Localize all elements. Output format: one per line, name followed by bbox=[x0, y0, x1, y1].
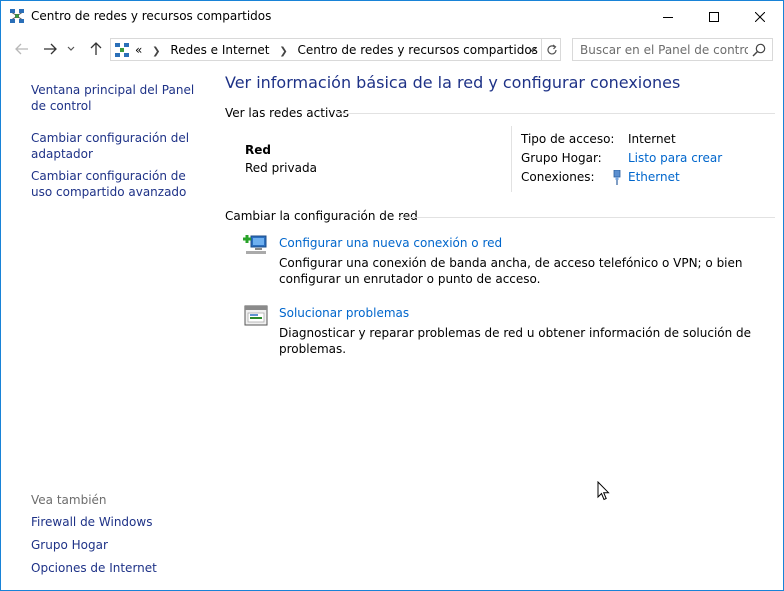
address-bar[interactable]: « ❯ Redes e Internet ❯ Centro de redes y… bbox=[110, 38, 561, 61]
sidebar-link-firewall[interactable]: Firewall de Windows bbox=[31, 515, 206, 531]
ethernet-icon[interactable] bbox=[612, 170, 622, 185]
breadcrumb-overflow[interactable]: « bbox=[135, 43, 142, 57]
chevron-down-icon bbox=[528, 47, 536, 52]
ethernet-link[interactable]: Ethernet bbox=[628, 170, 680, 184]
forward-button[interactable] bbox=[41, 40, 59, 58]
search-icon[interactable] bbox=[751, 42, 767, 58]
chevron-right-icon[interactable]: ❯ bbox=[279, 46, 287, 57]
section-divider bbox=[399, 217, 775, 218]
breadcrumb: « ❯ Redes e Internet ❯ Centro de redes y… bbox=[135, 43, 538, 57]
access-type-value: Internet bbox=[628, 132, 676, 146]
search-input[interactable] bbox=[573, 39, 748, 60]
active-networks-title: Ver las redes activas bbox=[225, 106, 349, 120]
network-center-icon bbox=[115, 43, 129, 57]
refresh-button[interactable] bbox=[541, 39, 561, 60]
arrow-left-icon bbox=[15, 43, 28, 55]
sidebar-link-advanced-sharing[interactable]: Cambiar configuración de uso compartido … bbox=[31, 169, 206, 200]
maximize-button[interactable] bbox=[691, 1, 737, 32]
sidebar-link-internet-options[interactable]: Opciones de Internet bbox=[31, 561, 206, 577]
troubleshoot-link[interactable]: Solucionar problemas bbox=[279, 306, 409, 320]
troubleshoot-description: Diagnosticar y reparar problemas de red … bbox=[279, 326, 752, 356]
network-center-icon bbox=[10, 9, 24, 23]
minimize-icon bbox=[663, 16, 673, 18]
main-content: Ver información básica de la red y confi… bbox=[215, 66, 783, 590]
arrow-up-icon bbox=[90, 42, 102, 55]
search-box[interactable] bbox=[572, 38, 773, 61]
chevron-down-icon bbox=[67, 46, 75, 51]
chevron-right-icon[interactable]: ❯ bbox=[152, 46, 160, 57]
sidebar-link-control-panel-home[interactable]: Ventana principal del Panel de control bbox=[31, 83, 206, 114]
close-button[interactable] bbox=[737, 1, 783, 32]
back-button[interactable] bbox=[13, 40, 31, 58]
breadcrumb-item-network-center[interactable]: Centro de redes y recursos compartidos bbox=[298, 43, 538, 57]
connections-label: Conexiones: bbox=[521, 170, 595, 184]
window: Centro de redes y recursos compartidos «… bbox=[0, 0, 784, 591]
close-icon bbox=[755, 11, 765, 22]
mouse-cursor-icon bbox=[597, 481, 610, 501]
setup-new-connection-description: Configurar una conexión de banda ancha, … bbox=[279, 256, 743, 286]
section-divider bbox=[335, 113, 775, 114]
sidebar-link-homegroup[interactable]: Grupo Hogar bbox=[31, 538, 206, 554]
title-bar[interactable]: Centro de redes y recursos compartidos bbox=[1, 1, 783, 32]
arrow-right-icon bbox=[44, 43, 57, 55]
homegroup-link[interactable]: Listo para crear bbox=[628, 151, 722, 165]
vertical-divider bbox=[511, 126, 512, 192]
new-connection-icon[interactable] bbox=[243, 233, 269, 257]
page-title: Ver información básica de la red y confi… bbox=[225, 73, 681, 92]
setup-new-connection-link[interactable]: Configurar una nueva conexión o red bbox=[279, 236, 502, 250]
see-also-title: Vea también bbox=[31, 493, 107, 507]
address-dropdown-button[interactable] bbox=[524, 40, 540, 59]
up-button[interactable] bbox=[87, 40, 105, 58]
network-name: Red bbox=[245, 143, 271, 157]
refresh-icon bbox=[546, 44, 557, 54]
homegroup-label: Grupo Hogar: bbox=[521, 151, 602, 165]
maximize-icon bbox=[709, 11, 719, 22]
change-settings-title: Cambiar la configuración de red bbox=[225, 209, 418, 223]
sidebar-link-adapter-settings[interactable]: Cambiar configuración del adaptador bbox=[31, 131, 206, 162]
minimize-button[interactable] bbox=[645, 1, 691, 32]
troubleshoot-icon[interactable] bbox=[243, 304, 269, 328]
network-type[interactable]: Red privada bbox=[245, 161, 317, 175]
window-title: Centro de redes y recursos compartidos bbox=[31, 9, 272, 23]
recent-locations-button[interactable] bbox=[65, 40, 77, 58]
access-type-label: Tipo de acceso: bbox=[521, 132, 615, 146]
navigation-bar: « ❯ Redes e Internet ❯ Centro de redes y… bbox=[1, 32, 783, 66]
sidebar: Ventana principal del Panel de control C… bbox=[1, 66, 215, 590]
breadcrumb-item-redes-internet[interactable]: Redes e Internet bbox=[170, 43, 269, 57]
